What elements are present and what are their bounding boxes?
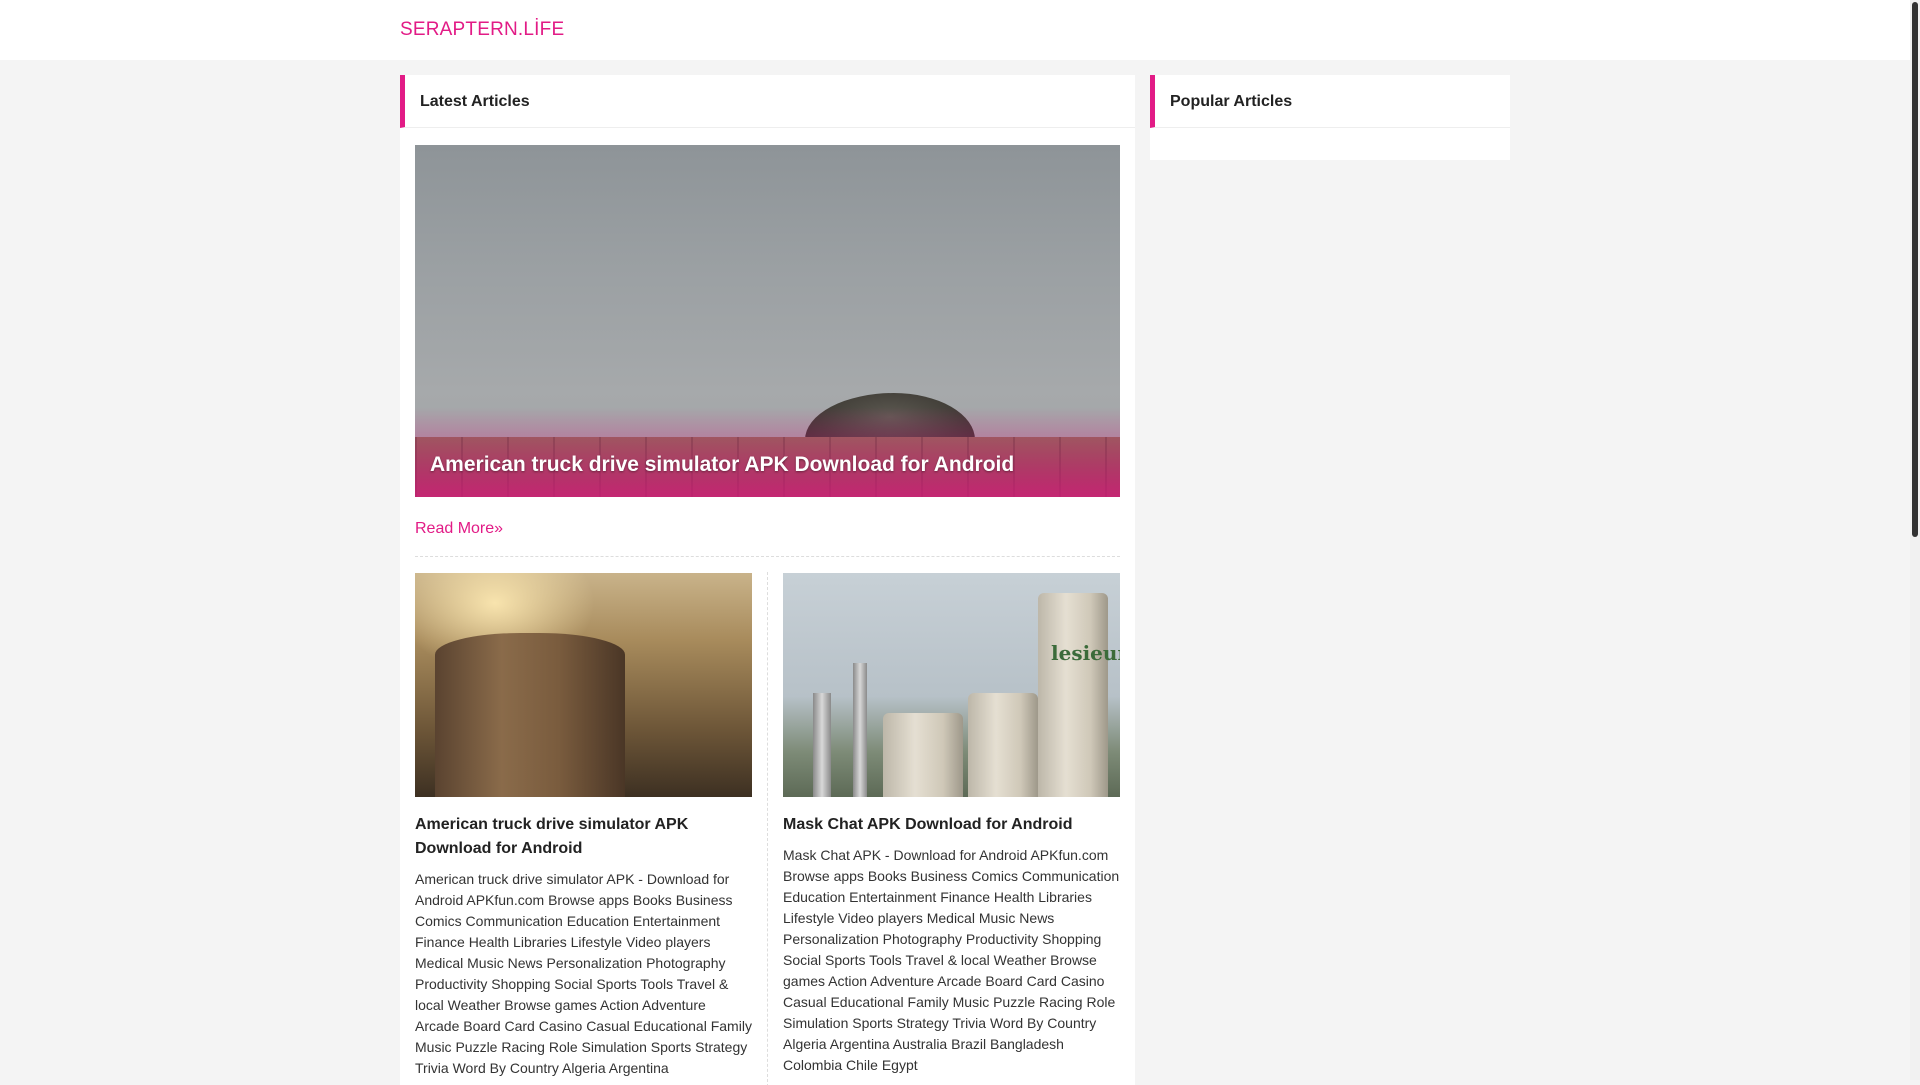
thumbnail-stump: [435, 633, 625, 797]
article-thumbnail[interactable]: [415, 573, 752, 797]
scrollbar-thumb[interactable]: [1912, 2, 1918, 537]
article-card: American truck drive simulator APK Downl…: [415, 573, 752, 1079]
section-divider: [415, 556, 1120, 557]
thumbnail-silo: [883, 713, 963, 797]
article-excerpt: American truck drive simulator APK - Dow…: [415, 871, 752, 1076]
thumbnail-pipe: [853, 663, 867, 797]
site-logo-link[interactable]: SERAPTERN.LİFE: [400, 19, 564, 41]
latest-articles-panel: Latest Articles American truck drive sim…: [400, 75, 1135, 1085]
top-header: SERAPTERN.LİFE: [0, 0, 1910, 60]
thumbnail-silo: [968, 693, 1038, 797]
article-card: lesieur Mask Chat APK Download for Andro…: [783, 573, 1120, 1076]
article-excerpt: Mask Chat APK - Download for Android APK…: [783, 847, 1120, 1073]
featured-article-title[interactable]: American truck drive simulator APK Downl…: [430, 453, 1014, 477]
read-more-link[interactable]: Read More»: [415, 520, 503, 538]
article-title[interactable]: American truck drive simulator APK Downl…: [415, 813, 752, 861]
latest-articles-heading: Latest Articles: [400, 75, 1135, 128]
popular-articles-heading: Popular Articles: [1150, 75, 1510, 128]
thumbnail-pipe: [813, 693, 831, 797]
popular-articles-panel: Popular Articles: [1150, 75, 1510, 160]
featured-overlay: [415, 407, 1120, 497]
page-scrollbar[interactable]: [1910, 0, 1920, 1080]
article-thumbnail[interactable]: lesieur: [783, 573, 1120, 797]
thumbnail-label: lesieur: [1051, 641, 1120, 665]
article-title[interactable]: Mask Chat APK Download for Android: [783, 813, 1120, 837]
thumbnail-silo: [1038, 593, 1108, 797]
featured-article[interactable]: American truck drive simulator APK Downl…: [415, 145, 1120, 497]
column-divider: [767, 572, 768, 1085]
